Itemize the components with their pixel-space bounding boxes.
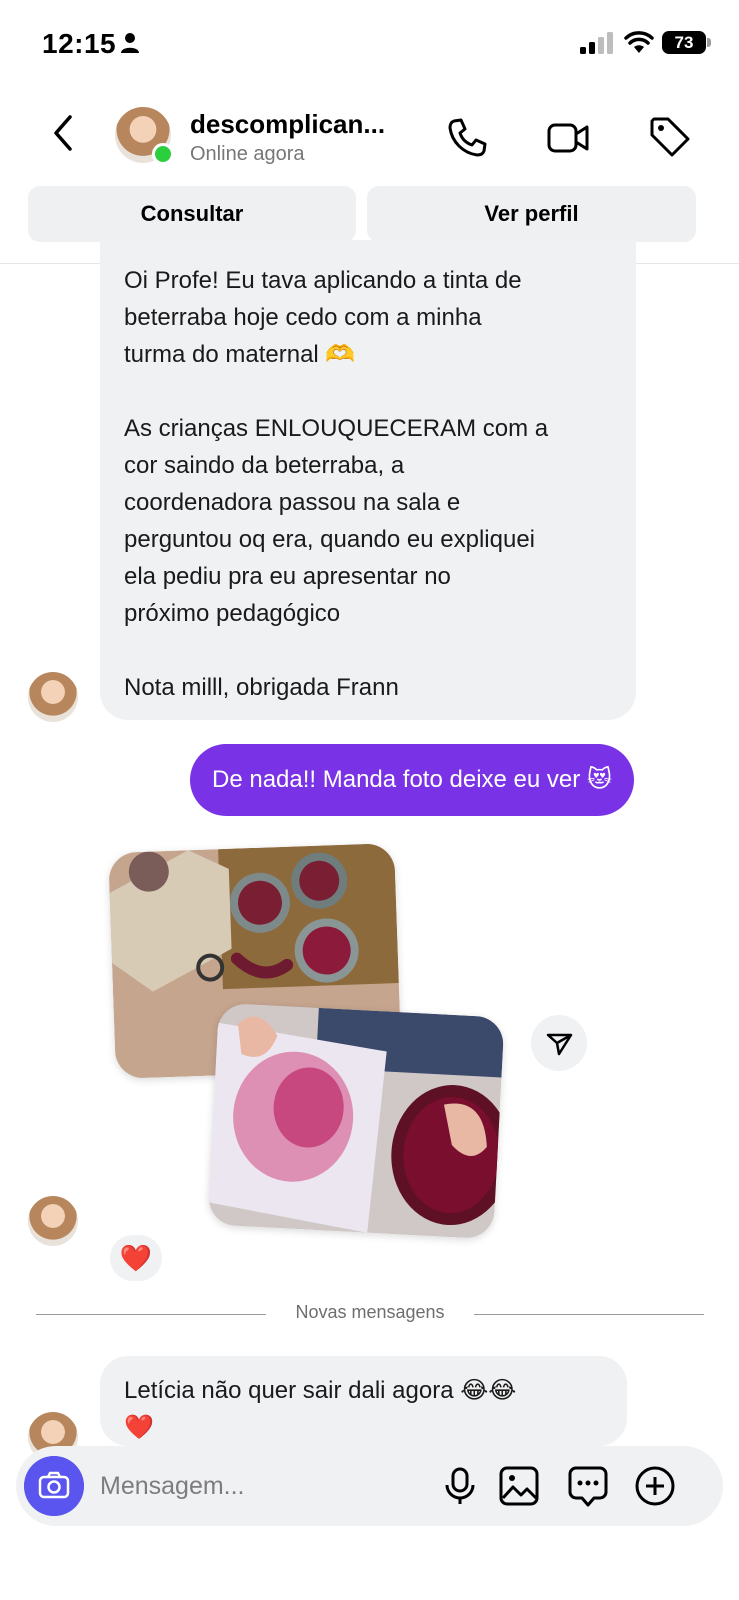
gallery-icon[interactable] <box>497 1464 541 1508</box>
message-bubble-incoming[interactable]: Letícia não quer sair dali agora 😂😂 ❤️ <box>100 1356 627 1446</box>
contact-avatar-small[interactable] <box>28 1196 78 1246</box>
message-line: ela pediu pra eu apresentar no <box>124 563 451 590</box>
new-messages-label: Novas mensagens <box>295 1302 445 1322</box>
sticker-icon[interactable] <box>566 1464 610 1508</box>
message-line: próximo pedagógico <box>124 600 341 627</box>
tag-icon[interactable] <box>648 115 692 159</box>
new-messages-separator: Novas mensagens <box>36 1302 704 1326</box>
video-icon[interactable] <box>546 115 590 159</box>
message-line: beterraba hoje cedo com a minha <box>124 304 482 331</box>
share-icon[interactable] <box>531 1015 587 1071</box>
battery-tip <box>707 38 711 47</box>
signal-icon <box>580 32 613 54</box>
person-icon <box>121 33 139 53</box>
status-bar: 12:15 73 <box>0 0 739 90</box>
message-composer <box>16 1446 723 1526</box>
plus-icon[interactable] <box>633 1464 677 1508</box>
photo-child-painting <box>207 1002 505 1240</box>
consult-button[interactable]: Consultar <box>28 186 356 242</box>
message-line: As crianças ENLOUQUECERAM com a <box>124 415 549 442</box>
mic-icon[interactable] <box>438 1464 482 1508</box>
message-bubble-incoming[interactable]: Oi Profe! Eu tava aplicando a tinta de b… <box>100 240 636 720</box>
message-input[interactable] <box>100 1466 420 1506</box>
heart-reaction[interactable]: ❤️ <box>110 1235 162 1281</box>
message-line: Nota milll, obrigada Frann <box>124 674 399 701</box>
back-icon[interactable] <box>48 113 78 153</box>
camera-icon[interactable] <box>24 1456 84 1516</box>
contact-status: Online agora <box>190 143 305 165</box>
view-profile-button[interactable]: Ver perfil <box>367 186 696 242</box>
message-bubble-outgoing[interactable]: De nada!! Manda foto deixe eu ver 😻 <box>190 744 634 816</box>
message-line: perguntou oq era, quando eu expliquei <box>124 526 535 553</box>
message-line: Oi Profe! Eu tava aplicando a tinta de <box>124 267 522 294</box>
message-line: Letícia não quer sair dali agora 😂😂 <box>124 1377 517 1404</box>
message-line: ❤️ <box>124 1414 154 1441</box>
battery-indicator: 73 <box>662 31 706 54</box>
separator-line-right <box>474 1314 704 1315</box>
chat-header: descomplican... Online agora <box>0 95 739 175</box>
wifi-icon <box>624 31 654 53</box>
contact-avatar-small[interactable] <box>28 672 78 722</box>
phone-icon[interactable] <box>445 115 489 159</box>
photo-attachment[interactable] <box>207 1002 505 1240</box>
online-indicator <box>152 143 174 165</box>
status-time: 12:15 <box>42 28 117 59</box>
message-line: coordenadora passou na sala e <box>124 489 461 516</box>
contact-name[interactable]: descomplican... <box>190 109 385 140</box>
message-line: turma do maternal 🫶 <box>124 341 356 368</box>
message-line: cor saindo da beterraba, a <box>124 452 405 479</box>
